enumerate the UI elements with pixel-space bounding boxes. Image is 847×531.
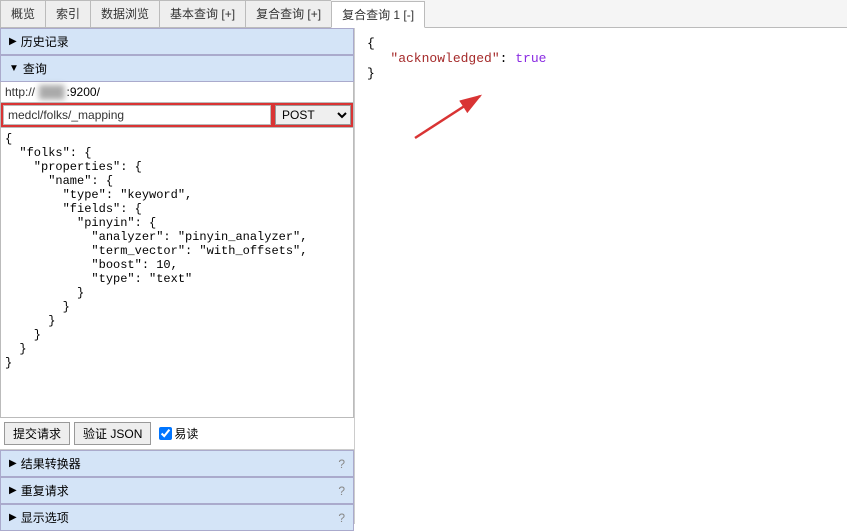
- response-line-open: {: [367, 36, 835, 51]
- path-input[interactable]: [3, 105, 271, 125]
- button-row: 提交请求 验证 JSON 易读: [0, 418, 354, 450]
- response-key: "acknowledged": [390, 51, 499, 66]
- response-line-close: }: [367, 66, 835, 81]
- arrow-icon: [405, 88, 495, 148]
- help-icon[interactable]: ?: [338, 511, 345, 525]
- collapse-icon: ▶: [9, 485, 17, 496]
- path-row: POST: [0, 103, 354, 128]
- method-select[interactable]: POST: [275, 105, 351, 125]
- request-body[interactable]: { "folks": { "properties": { "name": { "…: [0, 128, 354, 418]
- section-query-label: 查询: [23, 60, 47, 77]
- tab-indices[interactable]: 索引: [45, 0, 90, 27]
- tab-bar: 概览 索引 数据浏览 基本查询 [+] 复合查询 [+] 复合查询 1 [-]: [0, 0, 847, 28]
- section-repeat-request-label: 重复请求: [21, 482, 69, 499]
- pretty-checkbox[interactable]: [159, 427, 172, 440]
- section-history-label: 历史记录: [21, 33, 69, 50]
- response-line-kv: "acknowledged": true: [367, 51, 835, 66]
- section-result-transform[interactable]: ▶ 结果转换器 ?: [0, 450, 354, 477]
- collapse-icon: ▶: [9, 458, 17, 469]
- submit-button[interactable]: 提交请求: [4, 422, 70, 445]
- section-repeat-request[interactable]: ▶ 重复请求 ?: [0, 477, 354, 504]
- response-colon: :: [500, 51, 516, 66]
- tab-compound-query[interactable]: 复合查询 [+]: [245, 0, 331, 27]
- main-area: ▶ 历史记录 ▼ 查询 http:// ███ :9200/ POST { "f…: [0, 28, 847, 524]
- expand-icon: ▼: [9, 63, 19, 74]
- help-icon[interactable]: ?: [338, 484, 345, 498]
- section-query[interactable]: ▼ 查询: [0, 55, 354, 82]
- left-panel: ▶ 历史记录 ▼ 查询 http:// ███ :9200/ POST { "f…: [0, 28, 355, 524]
- tab-browse[interactable]: 数据浏览: [90, 0, 159, 27]
- tab-overview[interactable]: 概览: [0, 0, 45, 27]
- collapse-icon: ▶: [9, 36, 17, 47]
- collapse-icon: ▶: [9, 512, 17, 523]
- url-port: :9200/: [65, 82, 102, 102]
- tab-compound-query-1[interactable]: 复合查询 1 [-]: [331, 1, 425, 28]
- tab-basic-query[interactable]: 基本查询 [+]: [159, 0, 245, 27]
- url-prefix: http://: [1, 82, 39, 102]
- section-display-options-label: 显示选项: [21, 509, 69, 526]
- help-icon[interactable]: ?: [338, 457, 345, 471]
- response-panel: { "acknowledged": true }: [355, 28, 847, 524]
- section-display-options[interactable]: ▶ 显示选项 ?: [0, 504, 354, 531]
- validate-button[interactable]: 验证 JSON: [74, 422, 151, 445]
- url-host: ███: [39, 82, 65, 102]
- section-result-transform-label: 结果转换器: [21, 455, 81, 472]
- pretty-label[interactable]: 易读: [159, 425, 198, 442]
- section-history[interactable]: ▶ 历史记录: [0, 28, 354, 55]
- response-value: true: [515, 51, 546, 66]
- pretty-text: 易读: [174, 425, 198, 442]
- url-row: http:// ███ :9200/: [0, 82, 354, 103]
